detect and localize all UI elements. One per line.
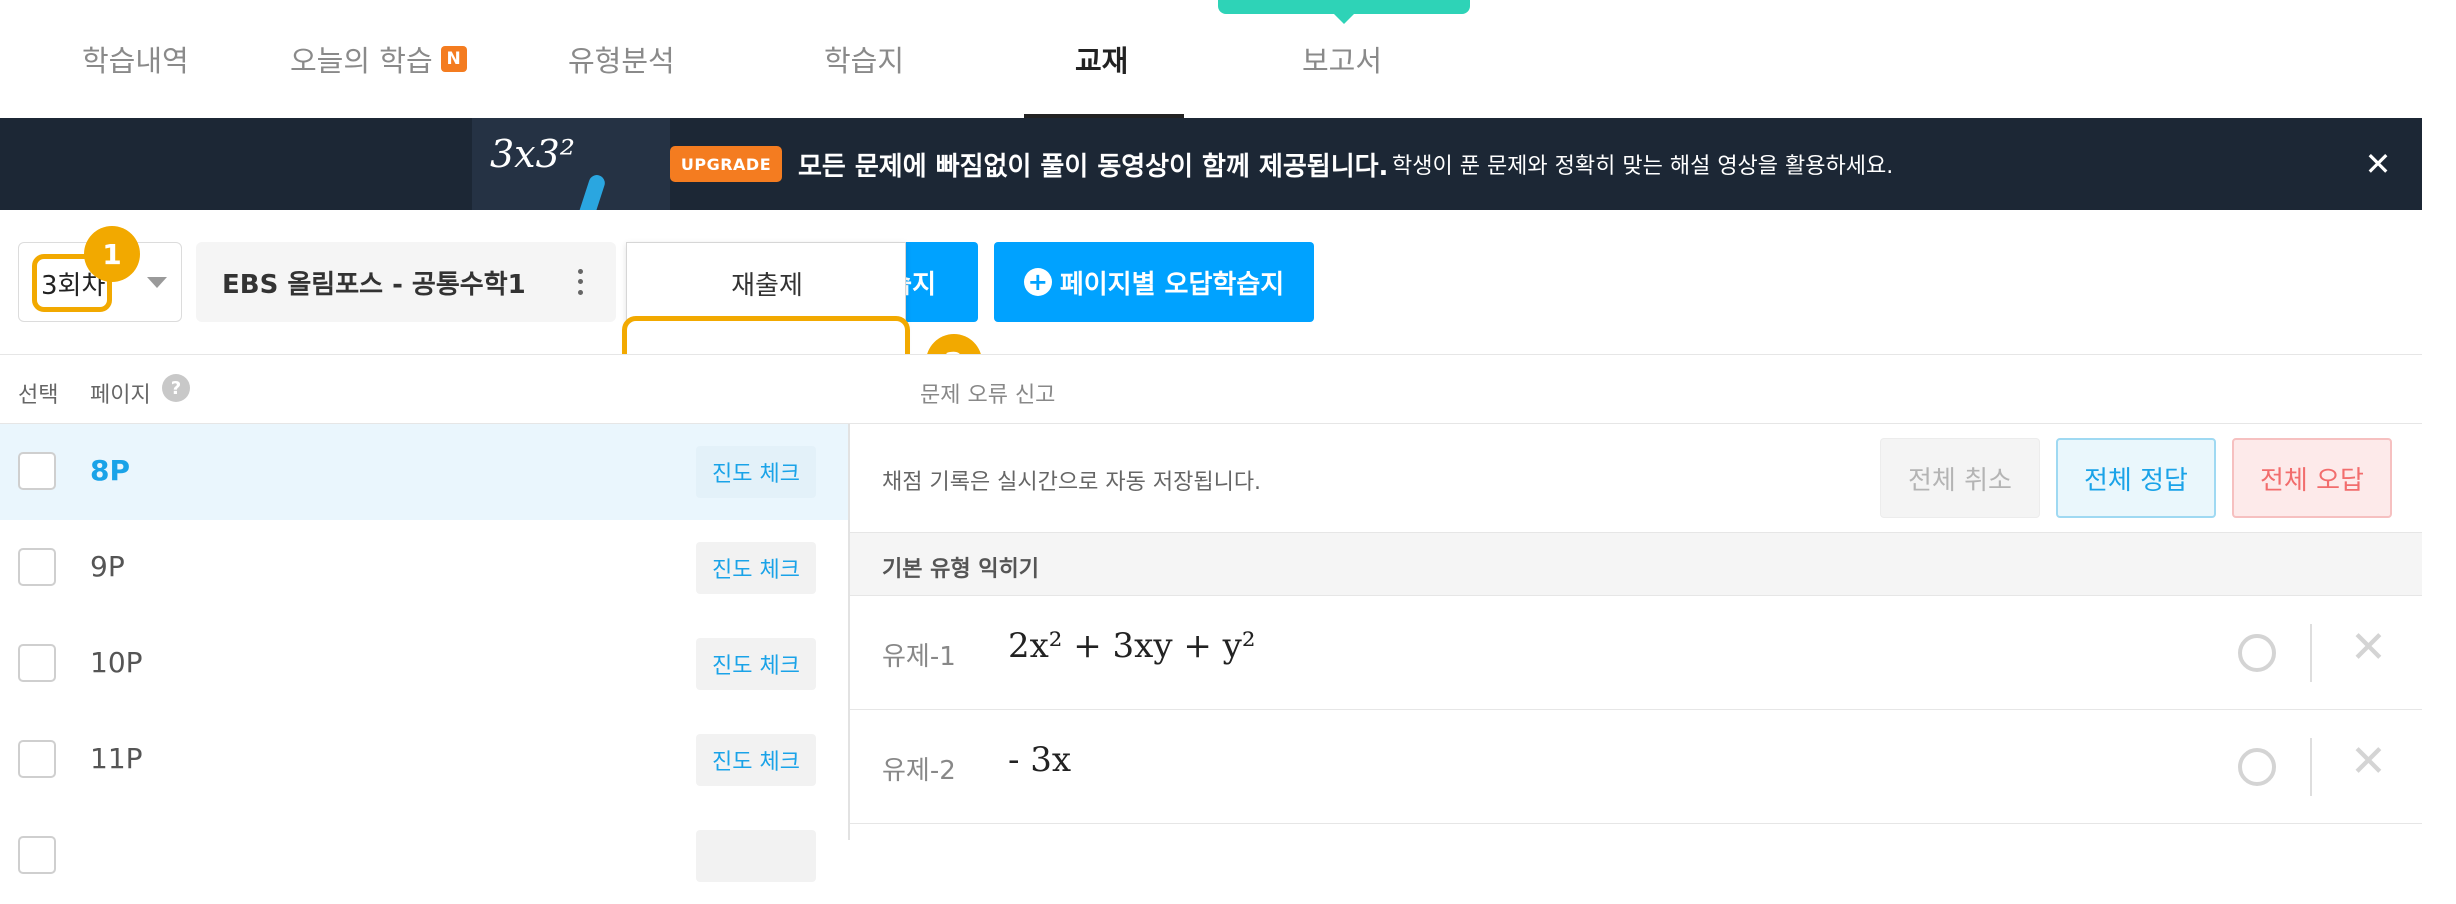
report-error-link[interactable]: 문제 오류 신고 [920,377,1055,409]
new-badge: N [440,46,467,72]
tab-label: 학습지 [824,44,905,78]
divider [2310,738,2312,796]
progress-check-button[interactable]: 진도 체크 [696,734,816,786]
promo-banner: 3x3² UPGRADE 모든 문제에 빠짐없이 풀이 동영상이 함께 제공됩니… [0,118,2422,210]
upgrade-badge: UPGRADE [670,146,782,182]
mark-all-wrong-button[interactable]: 전체 오답 [2232,438,2392,518]
mark-wrong-icon[interactable]: ✕ [2350,736,2387,787]
close-icon[interactable]: ✕ [2358,144,2398,184]
question-expression: - 3x [1008,740,1072,780]
tab-learning-history[interactable]: 학습내역 [82,0,189,118]
top-nav: 학습내역 오늘의 학습 N 유형분석 학습지 교재 보고서 [0,0,2422,118]
book-title: EBS 올림포스 - 공통수학1 [222,270,526,300]
caret-down-icon [147,277,167,288]
banner-main-text: 모든 문제에 빠짐없이 풀이 동영상이 함께 제공됩니다. [798,151,1389,182]
mark-all-cancel-button[interactable]: 전체 취소 [1880,438,2040,518]
grading-panel: 채점 기록은 실시간으로 자동 저장됩니다. 전체 취소 전체 정답 전체 오답… [848,424,2424,840]
header-select: 선택 [18,383,59,408]
tab-type-analysis[interactable]: 유형분석 [568,0,675,118]
tab-label: 학습내역 [82,44,189,78]
page-label: 9P [90,550,125,583]
page-label: 11P [90,742,143,775]
section-header: 기본 유형 익히기 [850,532,2424,596]
page-label: 10P [90,646,143,679]
banner-logo-text: 3x3² [490,132,576,176]
mark-all-correct-button[interactable]: 전체 정답 [2056,438,2216,518]
tab-label: 오늘의 학습 [290,44,433,78]
page-wrong-worksheet-button[interactable]: + 페이지별 오답학습지 [994,242,1314,322]
page-checkbox[interactable] [18,452,56,490]
page-wrong-worksheet-label: 페이지별 오답학습지 [1059,269,1285,300]
mark-correct-icon[interactable] [2238,634,2276,672]
page-list: 8P 진도 체크 9P 진도 체크 10P 진도 체크 11P 진도 체크 [0,424,848,882]
tab-label: 유형분석 [568,44,675,78]
list-item[interactable]: 9P 진도 체크 [0,520,848,616]
scrollbar-track[interactable] [2422,0,2456,840]
header-page: 페이지 [90,383,151,408]
page-checkbox[interactable] [18,740,56,778]
question-row: 유제-2 - 3x ✕ [850,710,2424,824]
more-options-icon[interactable] [568,266,592,298]
progress-check-button[interactable] [696,830,816,882]
tab-label: 보고서 [1302,44,1383,78]
page-checkbox[interactable] [18,836,56,874]
tab-worksheet[interactable]: 학습지 [824,0,904,118]
page-checkbox[interactable] [18,644,56,682]
tab-label: 교재 [1075,44,1129,78]
banner-sub-text: 학생이 푼 문제와 정확히 맞는 해설 영상을 활용하세요. [1392,154,1894,179]
list-item[interactable] [0,808,848,904]
question-row: 유제-1 2x² + 3xy + y² ✕ [850,596,2424,710]
section-title: 기본 유형 익히기 [882,557,1039,582]
plus-circle-icon: + [1023,268,1052,296]
page-checkbox[interactable] [18,548,56,586]
banner-logo: 3x3² [472,118,670,210]
mark-wrong-icon[interactable]: ✕ [2350,622,2387,673]
list-header: 선택 페이지 문제 오류 신고 [0,354,2422,424]
page-label: 8P [90,454,131,487]
book-selector[interactable]: EBS 올림포스 - 공통수학1 [196,242,616,322]
question-expression: 2x² + 3xy + y² [1008,626,1256,666]
list-item[interactable]: 10P 진도 체크 [0,616,848,712]
progress-check-button[interactable]: 진도 체크 [696,446,816,498]
progress-check-button[interactable]: 진도 체크 [696,638,816,690]
mark-correct-icon[interactable] [2238,748,2276,786]
menu-item-reissue[interactable]: 재출제 [627,243,907,323]
tooltip-arrow [1332,12,1356,24]
divider [2310,624,2312,682]
list-item[interactable]: 11P 진도 체크 [0,712,848,808]
autosave-hint: 채점 기록은 실시간으로 자동 저장됩니다. [882,470,1262,495]
question-label: 유제-2 [882,756,956,786]
tab-textbook[interactable]: 교재 [1075,0,1128,118]
help-icon[interactable]: ? [162,374,190,402]
tab-today[interactable]: 오늘의 학습 N [290,0,467,118]
list-item[interactable]: 8P 진도 체크 [0,424,848,520]
step-badge-1: 1 [84,226,140,282]
progress-check-button[interactable]: 진도 체크 [696,542,816,594]
pen-icon [573,172,607,210]
question-label: 유제-1 [882,642,956,672]
